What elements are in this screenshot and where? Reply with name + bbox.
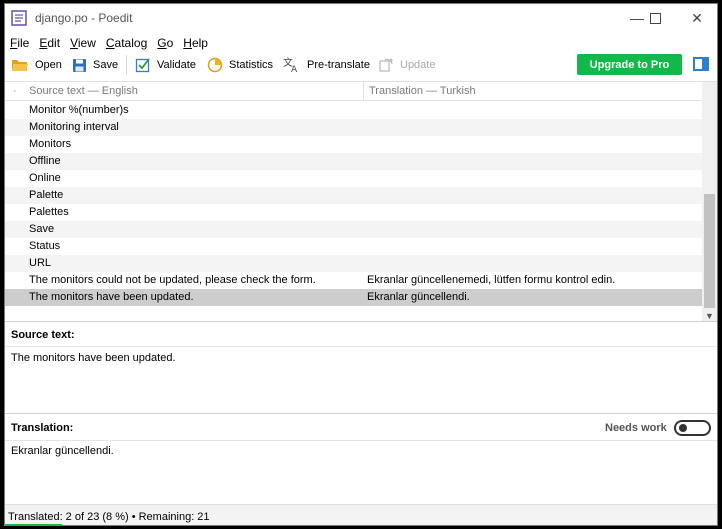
translation-list[interactable]: · Source text — English Translation — Tu…: [5, 81, 717, 322]
menu-label: o: [166, 36, 174, 50]
pie-chart-icon: [207, 57, 223, 73]
translation-input[interactable]: Ekranlar güncellendi.: [11, 445, 114, 457]
floppy-icon: [73, 58, 86, 72]
table-row[interactable]: Status: [5, 238, 702, 255]
table-row[interactable]: Monitor %(number)s: [5, 102, 702, 119]
row-translation: Ekranlar güncellendi.: [367, 291, 470, 303]
table-row[interactable]: URL: [5, 255, 702, 272]
row-source: Palette: [29, 189, 64, 201]
translation-pane: Translation: Needs work Ekranlar güncell…: [5, 413, 717, 503]
menu-label: ile: [17, 36, 30, 50]
maximize-icon: [649, 12, 661, 24]
source-text-label: Source text:: [11, 329, 75, 341]
open-button[interactable]: Open: [11, 52, 62, 78]
needs-work-label: Needs work: [605, 422, 667, 434]
update-icon: [379, 58, 393, 72]
table-row[interactable]: Palettes: [5, 204, 702, 221]
translate-icon: 文 A: [283, 57, 298, 73]
menu-go[interactable]: Go: [152, 34, 178, 52]
column-divider[interactable]: [363, 82, 364, 101]
menu-mnemonic: C: [105, 36, 115, 50]
statistics-label: Statistics: [229, 59, 274, 71]
table-row[interactable]: Palette: [5, 187, 702, 204]
sidebar-toggle-icon[interactable]: [693, 57, 709, 71]
row-source: Monitoring interval: [29, 121, 119, 133]
menu-mnemonic: G: [157, 36, 167, 50]
save-label: Save: [93, 59, 119, 71]
status-text: Translated: 2 of 23 (8 %) • Remaining: 2…: [8, 511, 210, 523]
header-status-column[interactable]: ·: [13, 85, 17, 97]
row-source: The monitors have been updated.: [29, 291, 194, 303]
pane-divider: [5, 440, 717, 441]
menu-label: elp: [191, 36, 208, 50]
table-row[interactable]: Monitors: [5, 136, 702, 153]
table-row[interactable]: Monitoring interval: [5, 119, 702, 136]
list-scrollbar[interactable]: ▼: [702, 82, 717, 322]
translation-progress-bar: [5, 524, 62, 525]
row-translation: Ekranlar güncellenemedi, lütfen formu ko…: [367, 274, 616, 286]
toggle-knob: [679, 424, 687, 432]
menu-mnemonic: V: [70, 36, 78, 50]
update-button[interactable]: Update: [378, 52, 435, 78]
save-button[interactable]: Save: [72, 52, 118, 78]
table-row[interactable]: Offline: [5, 153, 702, 170]
table-row-selected[interactable]: The monitors have been updated. Ekranlar …: [5, 289, 702, 306]
status-bar: Translated: 2 of 23 (8 %) • Remaining: 2…: [5, 504, 717, 525]
menu-file[interactable]: File: [5, 34, 34, 52]
menu-label: iew: [77, 36, 96, 50]
update-label: Update: [400, 59, 436, 71]
open-label: Open: [35, 59, 62, 71]
menu-label: dit: [47, 36, 61, 50]
menu-edit[interactable]: Edit: [34, 34, 65, 52]
folder-icon: [12, 60, 28, 71]
row-source: The monitors could not be updated, pleas…: [29, 274, 316, 286]
translation-label: Translation:: [11, 422, 74, 434]
validate-label: Validate: [157, 59, 196, 71]
close-button[interactable]: ✕: [677, 4, 717, 32]
row-source: Offline: [29, 155, 61, 167]
row-source: URL: [29, 257, 52, 269]
menu-help[interactable]: Help: [178, 34, 213, 52]
poedit-app-icon: [11, 10, 27, 26]
upgrade-to-pro-button[interactable]: Upgrade to Pro: [577, 54, 682, 75]
table-row[interactable]: The monitors could not be updated, pleas…: [5, 272, 702, 289]
toolbar: Open Save Validate Statistics 文 A Pre-tr…: [5, 52, 717, 78]
checkbox-icon: [135, 58, 150, 73]
title-bar[interactable]: django.po - Poedit — ✕: [5, 4, 717, 32]
scrollbar-thumb[interactable]: [704, 194, 715, 308]
window-title: django.po - Poedit: [35, 11, 133, 25]
pretranslate-button[interactable]: 文 A Pre-translate: [283, 52, 370, 78]
row-source: Monitor %(number)s: [29, 104, 129, 116]
row-source: Online: [29, 172, 61, 184]
pretranslate-label: Pre-translate: [307, 59, 370, 71]
row-source: Palettes: [29, 206, 69, 218]
menu-mnemonic: H: [183, 36, 192, 50]
menu-catalog[interactable]: Catalog: [101, 34, 152, 52]
header-source-column[interactable]: Source text — English: [29, 85, 138, 97]
row-source: Save: [29, 223, 55, 235]
validate-button[interactable]: Validate: [135, 52, 196, 78]
table-row[interactable]: Online: [5, 170, 702, 187]
menu-view[interactable]: View: [65, 34, 101, 52]
menu-bar: File Edit View Catalog Go Help: [5, 34, 213, 52]
row-source: Monitors: [29, 138, 72, 150]
app-window: django.po - Poedit — ✕ File Edit View Ca…: [4, 3, 718, 526]
statistics-button[interactable]: Statistics: [207, 52, 273, 78]
list-header: · Source text — English Translation — Tu…: [5, 82, 702, 101]
source-text-pane: Source text: The monitors have been upda…: [5, 321, 717, 413]
header-translation-column[interactable]: Translation — Turkish: [369, 85, 476, 97]
needs-work-toggle[interactable]: [674, 420, 711, 436]
row-source: Status: [29, 240, 61, 252]
source-text-content[interactable]: The monitors have been updated.: [11, 352, 176, 364]
toolbar-separator: [126, 55, 127, 75]
svg-text:A: A: [291, 65, 298, 73]
maximize-button[interactable]: [635, 4, 675, 32]
pane-divider: [5, 346, 717, 347]
menu-label: atalog: [114, 36, 148, 50]
table-row[interactable]: Save: [5, 221, 702, 238]
